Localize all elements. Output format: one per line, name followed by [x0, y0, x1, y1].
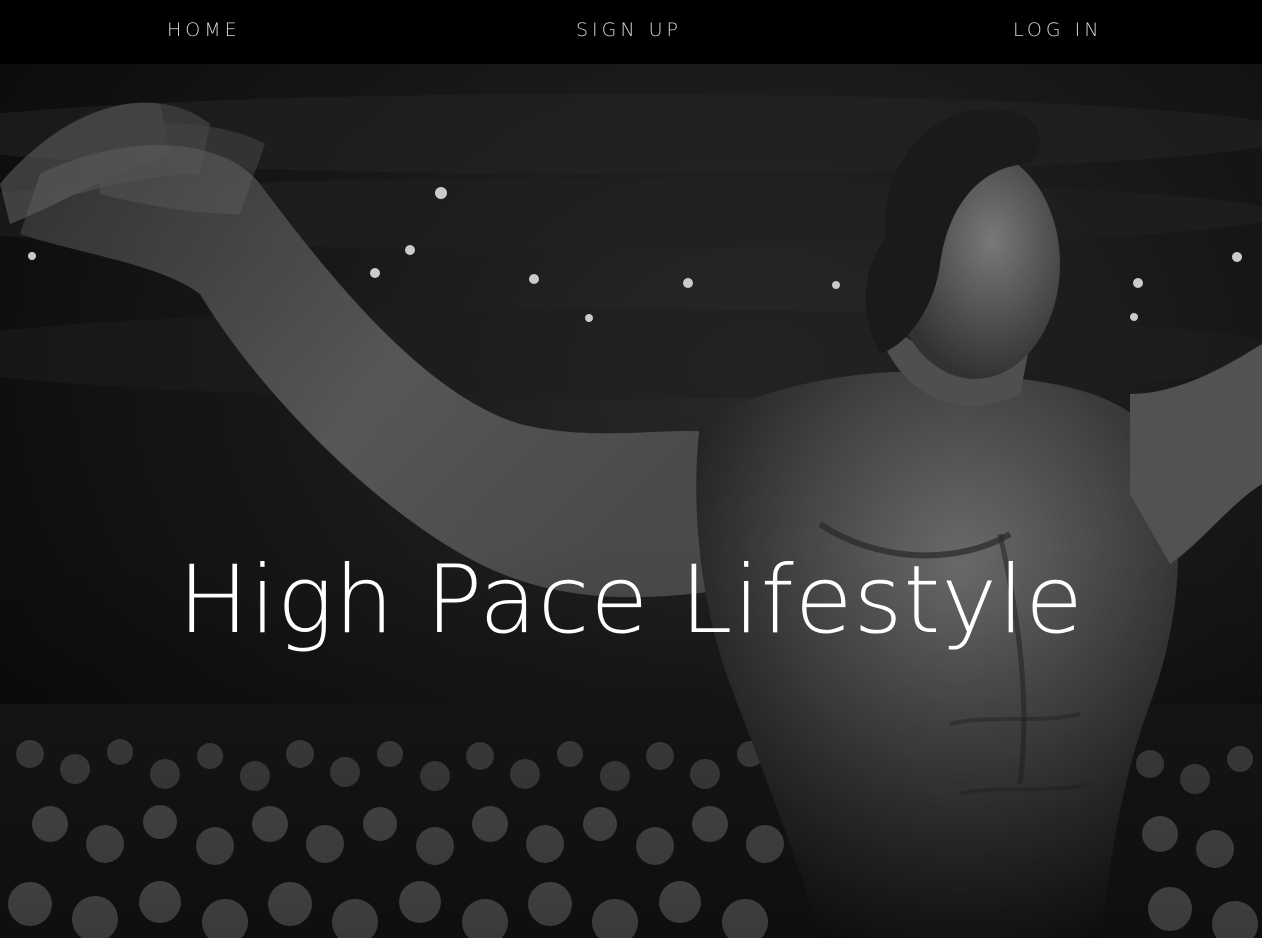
- nav-link-sign-up[interactable]: SIGN UP: [576, 0, 682, 60]
- hero-title: High Pace Lifestyle: [178, 545, 1084, 655]
- nav-link-log-in[interactable]: LOG IN: [1013, 0, 1102, 60]
- hero-background-image: [0, 64, 1262, 938]
- top-navigation-bar: HOME SIGN UP LOG IN: [0, 0, 1262, 64]
- hero-section: High Pace Lifestyle: [0, 64, 1262, 938]
- nav-link-home[interactable]: HOME: [167, 0, 241, 60]
